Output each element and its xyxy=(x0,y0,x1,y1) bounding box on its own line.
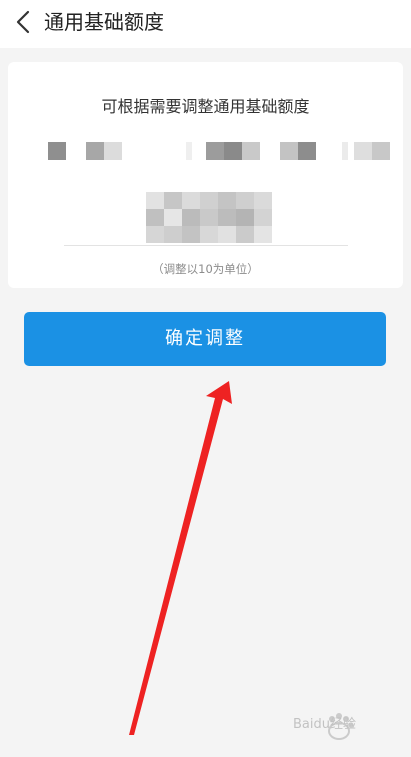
masked-account-info xyxy=(46,140,390,162)
baidu-jingyan-watermark: Baidu经验 xyxy=(275,707,407,749)
back-button[interactable] xyxy=(8,6,40,38)
chevron-left-icon xyxy=(16,10,30,34)
page-title: 通用基础额度 xyxy=(44,10,164,34)
quota-amount-input[interactable] xyxy=(146,192,272,243)
app-header: 通用基础额度 xyxy=(0,0,411,48)
confirm-adjust-button[interactable]: 确定调整 xyxy=(24,312,386,366)
page: 通用基础额度 可根据需要调整通用基础额度 （调整以10为单位） 确定调整 Bai… xyxy=(0,0,411,757)
card-description: 可根据需要调整通用基础额度 xyxy=(101,97,310,116)
masked-amount xyxy=(146,192,272,243)
quota-card: 可根据需要调整通用基础额度 （调整以10为单位） xyxy=(8,62,403,288)
watermark-text: Baidu经验 xyxy=(293,717,356,732)
adjust-unit-hint: （调整以10为单位） xyxy=(152,262,259,276)
amount-input-underline xyxy=(64,245,348,246)
